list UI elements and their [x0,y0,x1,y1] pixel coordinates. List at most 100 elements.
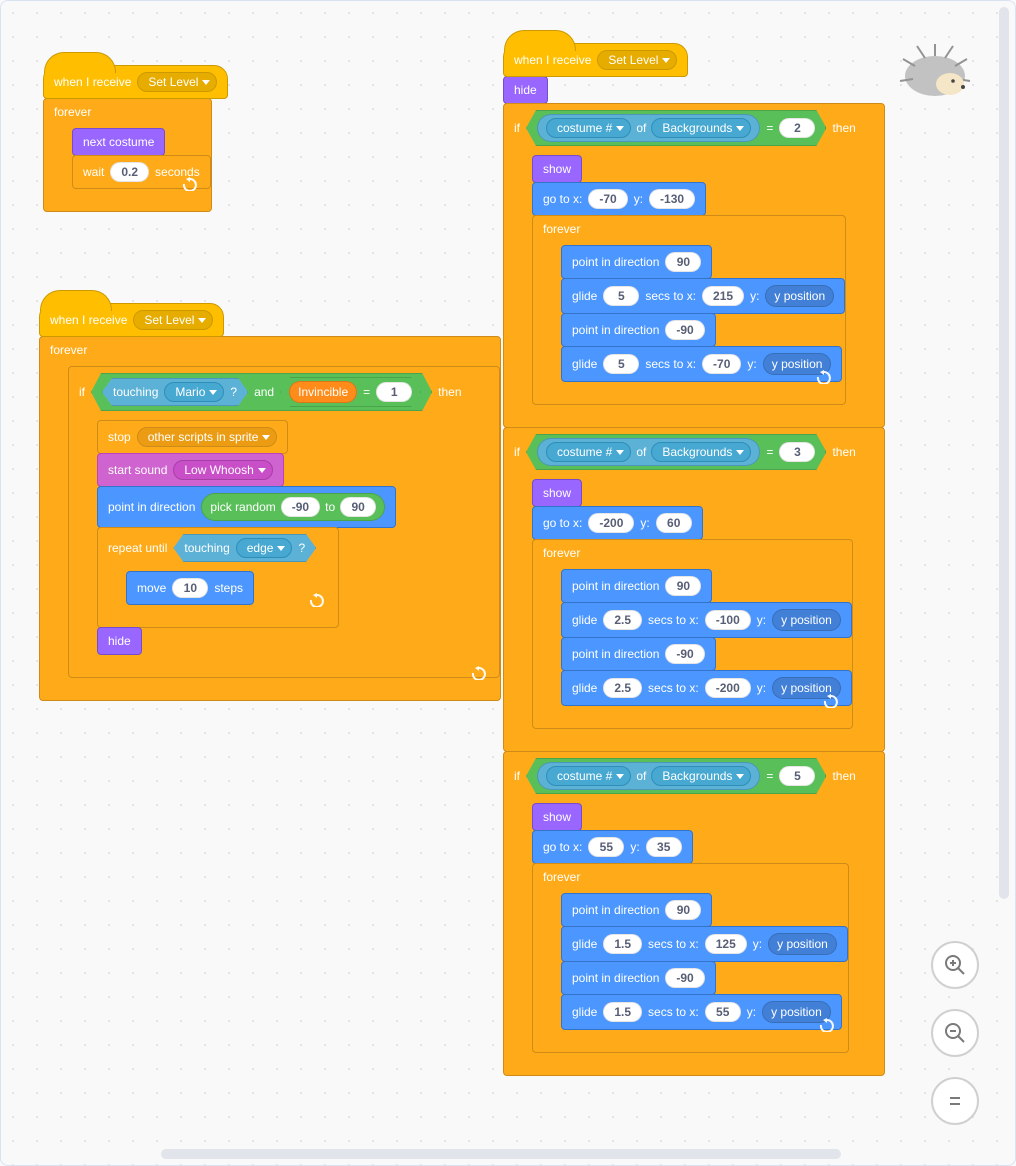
costume-attr-dropdown[interactable]: costume # [546,766,631,786]
direction-input[interactable]: 90 [665,900,701,920]
forever-block[interactable]: forever point in direction 90 glide 1.5 … [532,863,849,1053]
point-in-direction-block[interactable]: point in direction -90 [561,637,716,671]
sound-dropdown[interactable]: Low Whoosh [173,460,272,480]
equals-operator[interactable]: Invincible = 1 [280,377,421,407]
broadcast-dropdown[interactable]: Set Level [133,310,213,330]
script-1[interactable]: when I receive Set Level forever next co… [43,51,228,212]
glide-block[interactable]: glide 5 secs to x: -70 y: y position [561,346,842,382]
show-block[interactable]: show [532,479,582,507]
scratch-workspace[interactable]: when I receive Set Level forever next co… [0,0,1016,1166]
costume-of-reporter[interactable]: costume # of Backgrounds [537,438,760,466]
point-in-direction-block[interactable]: point in direction -90 [561,313,716,347]
glide-block[interactable]: glide 1.5 secs to x: 125 y: y position [561,926,848,962]
if-block[interactable]: if costume # of Backgrounds = 5 then sho… [503,751,885,1076]
goto-y-input[interactable]: 60 [656,513,692,533]
stop-block[interactable]: stop other scripts in sprite [97,420,288,454]
glide-secs-input[interactable]: 1.5 [603,934,642,954]
if-block[interactable]: if costume # of Backgrounds = 3 then sho… [503,427,885,752]
costume-target-dropdown[interactable]: Backgrounds [651,118,751,138]
touching-reporter[interactable]: touching edge ? [173,534,316,562]
direction-input[interactable]: -90 [665,644,704,664]
point-in-direction-block[interactable]: point in direction 90 [561,893,712,927]
point-in-direction-block[interactable]: point in direction 90 [561,245,712,279]
costume-target-dropdown[interactable]: Backgrounds [651,766,751,786]
goto-y-input[interactable]: -130 [649,189,695,209]
forever-block[interactable]: forever next costume wait 0.2 seconds [43,98,212,212]
move-steps-input[interactable]: 10 [172,578,208,598]
costume-of-reporter[interactable]: costume # of Backgrounds [537,762,760,790]
next-costume-block[interactable]: next costume [72,128,165,156]
broadcast-dropdown[interactable]: Set Level [137,72,217,92]
glide-x-input[interactable]: -70 [702,354,741,374]
y-position-reporter[interactable]: y position [765,285,834,307]
script-2[interactable]: when I receive Set Level forever if touc… [39,289,501,701]
costume-of-reporter[interactable]: costume # of Backgrounds [537,114,760,142]
forever-block[interactable]: forever if touching Mario ? and [39,336,501,701]
glide-block[interactable]: glide 2.5 secs to x: -200 y: y position [561,670,852,706]
zoom-out-button[interactable] [931,1009,979,1057]
glide-block[interactable]: glide 5 secs to x: 215 y: y position [561,278,845,314]
goto-y-input[interactable]: 35 [646,837,682,857]
when-i-receive-hat[interactable]: when I receive Set Level [503,43,688,77]
touching-target-dropdown[interactable]: Mario [164,382,224,402]
goto-x-input[interactable]: -70 [588,189,627,209]
random-from-input[interactable]: -90 [281,497,320,517]
zoom-reset-button[interactable] [931,1077,979,1125]
glide-x-input[interactable]: 55 [705,1002,741,1022]
glide-block[interactable]: glide 1.5 secs to x: 55 y: y position [561,994,842,1030]
glide-x-input[interactable]: -100 [705,610,751,630]
move-steps-block[interactable]: move 10 steps [126,571,254,605]
costume-target-dropdown[interactable]: Backgrounds [651,442,751,462]
touching-target-dropdown[interactable]: edge [236,538,293,558]
repeat-until-block[interactable]: repeat until touching edge ? [97,527,339,628]
touching-reporter[interactable]: touching Mario ? [102,378,248,406]
start-sound-block[interactable]: start sound Low Whoosh [97,453,284,487]
forever-block[interactable]: forever point in direction 90 glide 2.5 … [532,539,853,729]
when-i-receive-hat[interactable]: when I receive Set Level [39,303,224,337]
show-block[interactable]: show [532,803,582,831]
y-position-reporter[interactable]: y position [768,933,837,955]
costume-attr-dropdown[interactable]: costume # [546,118,631,138]
hide-block[interactable]: hide [97,627,142,655]
costume-attr-dropdown[interactable]: costume # [546,442,631,462]
forever-block[interactable]: forever point in direction 90 glide 5 se… [532,215,846,405]
glide-secs-input[interactable]: 2.5 [603,678,642,698]
zoom-in-button[interactable] [931,941,979,989]
stop-option-dropdown[interactable]: other scripts in sprite [137,427,278,447]
direction-input[interactable]: -90 [665,320,704,340]
if-block[interactable]: if touching Mario ? and Invincible [68,366,500,678]
glide-block[interactable]: glide 2.5 secs to x: -100 y: y position [561,602,852,638]
direction-input[interactable]: 90 [665,576,701,596]
variable-invincible[interactable]: Invincible [289,381,357,403]
glide-secs-input[interactable]: 5 [603,354,639,374]
random-to-input[interactable]: 90 [340,497,376,517]
pick-random-reporter[interactable]: pick random -90 to 90 [201,493,385,521]
glide-secs-input[interactable]: 5 [603,286,639,306]
goto-x-input[interactable]: 55 [588,837,624,857]
glide-x-input[interactable]: 125 [705,934,747,954]
point-in-direction-block[interactable]: point in direction pick random -90 to 90 [97,486,396,528]
goto-x-input[interactable]: -200 [588,513,634,533]
broadcast-dropdown[interactable]: Set Level [597,50,677,70]
go-to-xy-block[interactable]: go to x: -70 y: -130 [532,182,706,216]
script-3[interactable]: when I receive Set Level hide if costume… [503,29,885,1076]
horizontal-scrollbar[interactable] [161,1149,841,1159]
show-block[interactable]: show [532,155,582,183]
when-i-receive-hat[interactable]: when I receive Set Level [43,65,228,99]
vertical-scrollbar[interactable] [999,7,1009,899]
go-to-xy-block[interactable]: go to x: 55 y: 35 [532,830,693,864]
direction-input[interactable]: -90 [665,968,704,988]
point-in-direction-block[interactable]: point in direction -90 [561,961,716,995]
hide-block[interactable]: hide [503,76,548,104]
glide-x-input[interactable]: -200 [705,678,751,698]
y-position-reporter[interactable]: y position [772,609,841,631]
if-block[interactable]: if costume # of Backgrounds = 2 then sho… [503,103,885,428]
equals-value-input[interactable]: 3 [779,442,815,462]
equals-value-input[interactable]: 2 [779,118,815,138]
wait-seconds-input[interactable]: 0.2 [110,162,149,182]
point-in-direction-block[interactable]: point in direction 90 [561,569,712,603]
direction-input[interactable]: 90 [665,252,701,272]
glide-x-input[interactable]: 215 [702,286,744,306]
equals-operator[interactable]: costume # of Backgrounds = 2 [526,110,826,146]
equals-operator[interactable]: costume # of Backgrounds = 3 [526,434,826,470]
